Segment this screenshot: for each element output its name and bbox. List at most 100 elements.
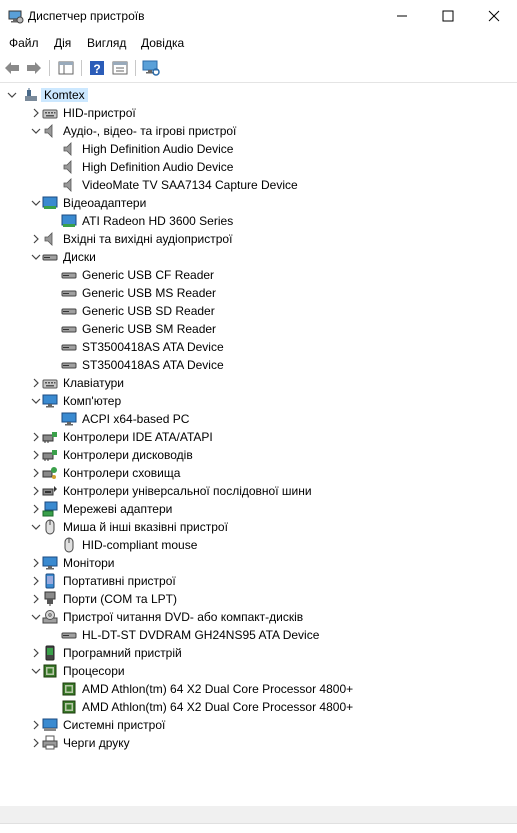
- portable-device-icon: [42, 573, 58, 589]
- tree-item[interactable]: Системні пристрої: [0, 716, 517, 734]
- chevron-down-icon[interactable]: [30, 125, 42, 137]
- storage-controller-icon: [42, 465, 58, 481]
- menu-bar: Файл Дія Вигляд Довідка: [0, 32, 517, 54]
- tree-item-label: High Definition Audio Device: [82, 160, 234, 174]
- tree-item[interactable]: Відеоадаптери: [0, 194, 517, 212]
- tree-item[interactable]: Generic USB MS Reader: [0, 284, 517, 302]
- display-adapter-icon: [61, 213, 77, 229]
- menu-help[interactable]: Довідка: [141, 36, 184, 50]
- tree-item-label: Порти (COM та LPT): [63, 592, 177, 606]
- minimize-button[interactable]: [379, 0, 425, 32]
- tree-item[interactable]: HL-DT-ST DVDRAM GH24NS95 ATA Device: [0, 626, 517, 644]
- chevron-down-icon[interactable]: [30, 521, 42, 533]
- tree-item-label: Generic USB SD Reader: [82, 304, 215, 318]
- tree-item[interactable]: ST3500418AS ATA Device: [0, 356, 517, 374]
- chevron-right-icon[interactable]: [30, 557, 42, 569]
- chevron-right-icon[interactable]: [30, 737, 42, 749]
- software-device-icon: [42, 645, 58, 661]
- forward-arrow-icon[interactable]: [25, 59, 43, 77]
- tree-item[interactable]: Пристрої читання DVD- або компакт-дисків: [0, 608, 517, 626]
- chevron-right-icon[interactable]: [30, 449, 42, 461]
- keyboard-icon: [42, 105, 58, 121]
- close-button[interactable]: [471, 0, 517, 32]
- usb-icon: [42, 483, 58, 499]
- tree-item[interactable]: Komtex: [0, 86, 517, 104]
- tree-item[interactable]: Комп'ютер: [0, 392, 517, 410]
- tree-item[interactable]: Черги друку: [0, 734, 517, 752]
- chevron-right-icon[interactable]: [30, 593, 42, 605]
- scan-hardware-icon[interactable]: [142, 59, 160, 77]
- tree-item[interactable]: Контролери дисководів: [0, 446, 517, 464]
- tree-item[interactable]: Generic USB SD Reader: [0, 302, 517, 320]
- maximize-button[interactable]: [425, 0, 471, 32]
- help-icon[interactable]: ?: [88, 59, 106, 77]
- tree-item[interactable]: VideoMate TV SAA7134 Capture Device: [0, 176, 517, 194]
- tree-item[interactable]: AMD Athlon(tm) 64 X2 Dual Core Processor…: [0, 680, 517, 698]
- tree-item[interactable]: Вхідні та вихідні аудіопристрої: [0, 230, 517, 248]
- tree-item[interactable]: HID-compliant mouse: [0, 536, 517, 554]
- tree-item[interactable]: Процесори: [0, 662, 517, 680]
- chevron-right-icon[interactable]: [30, 467, 42, 479]
- tree-item-label: Вхідні та вихідні аудіопристрої: [63, 232, 233, 246]
- chevron-down-icon[interactable]: [6, 89, 18, 101]
- tree-item-label: VideoMate TV SAA7134 Capture Device: [82, 178, 298, 192]
- chevron-right-icon[interactable]: [30, 503, 42, 515]
- tree-item[interactable]: Диски: [0, 248, 517, 266]
- tree-item[interactable]: Клавіатури: [0, 374, 517, 392]
- tree-item[interactable]: Порти (COM та LPT): [0, 590, 517, 608]
- tree-item[interactable]: High Definition Audio Device: [0, 158, 517, 176]
- tree-item[interactable]: Generic USB CF Reader: [0, 266, 517, 284]
- tree-item[interactable]: Generic USB SM Reader: [0, 320, 517, 338]
- display-adapter-icon: [42, 195, 58, 211]
- tree-item-label: Процесори: [63, 664, 125, 678]
- tree-item-label: ST3500418AS ATA Device: [82, 340, 224, 354]
- chevron-right-icon[interactable]: [30, 107, 42, 119]
- tree-item[interactable]: Аудіо-, відео- та ігрові пристрої: [0, 122, 517, 140]
- chevron-right-icon[interactable]: [30, 485, 42, 497]
- tree-item[interactable]: Портативні пристрої: [0, 572, 517, 590]
- chevron-right-icon[interactable]: [30, 719, 42, 731]
- horizontal-scrollbar[interactable]: [0, 806, 517, 823]
- speaker-icon: [42, 231, 58, 247]
- tree-item[interactable]: AMD Athlon(tm) 64 X2 Dual Core Processor…: [0, 698, 517, 716]
- tree-item[interactable]: Програмний пристрій: [0, 644, 517, 662]
- chevron-down-icon[interactable]: [30, 197, 42, 209]
- chevron-down-icon[interactable]: [30, 395, 42, 407]
- tree-item[interactable]: Контролери універсальної послідовної шин…: [0, 482, 517, 500]
- tree-item[interactable]: Миша й інші вказівні пристрої: [0, 518, 517, 536]
- tree-item[interactable]: Мережеві адаптери: [0, 500, 517, 518]
- printer-icon: [42, 735, 58, 751]
- tree-item[interactable]: Контролери сховища: [0, 464, 517, 482]
- tree-item[interactable]: ST3500418AS ATA Device: [0, 338, 517, 356]
- back-arrow-icon[interactable]: [3, 59, 21, 77]
- chevron-down-icon[interactable]: [30, 251, 42, 263]
- chevron-down-icon[interactable]: [30, 665, 42, 677]
- chevron-right-icon[interactable]: [30, 647, 42, 659]
- tree-item-label: HID-compliant mouse: [82, 538, 198, 552]
- tree-item[interactable]: ACPI x64-based PC: [0, 410, 517, 428]
- toolbar: ?: [0, 55, 517, 83]
- menu-file[interactable]: Файл: [9, 36, 39, 50]
- processor-icon: [61, 699, 77, 715]
- chevron-down-icon[interactable]: [30, 611, 42, 623]
- menu-view[interactable]: Вигляд: [87, 36, 126, 50]
- properties-icon[interactable]: [111, 59, 129, 77]
- tree-item-label: HL-DT-ST DVDRAM GH24NS95 ATA Device: [82, 628, 320, 642]
- chevron-right-icon[interactable]: [30, 233, 42, 245]
- tree-item[interactable]: HID-пристрої: [0, 104, 517, 122]
- tree-item-label: Пристрої читання DVD- або компакт-дисків: [63, 610, 304, 624]
- port-icon: [42, 591, 58, 607]
- chevron-right-icon[interactable]: [30, 575, 42, 587]
- tree-item[interactable]: Монітори: [0, 554, 517, 572]
- tree-item-label: Черги друку: [63, 736, 130, 750]
- tree-item[interactable]: ATI Radeon HD 3600 Series: [0, 212, 517, 230]
- menu-action[interactable]: Дія: [54, 36, 71, 50]
- svg-text:?: ?: [93, 62, 100, 76]
- device-tree: Komtex HID-пристрої Аудіо-, відео- та ігро…: [0, 84, 517, 800]
- chevron-right-icon[interactable]: [30, 431, 42, 443]
- tree-item[interactable]: Контролери IDE ATA/ATAPI: [0, 428, 517, 446]
- show-hide-console-tree-icon[interactable]: [57, 59, 75, 77]
- tree-item-label: High Definition Audio Device: [82, 142, 234, 156]
- tree-item[interactable]: High Definition Audio Device: [0, 140, 517, 158]
- chevron-right-icon[interactable]: [30, 377, 42, 389]
